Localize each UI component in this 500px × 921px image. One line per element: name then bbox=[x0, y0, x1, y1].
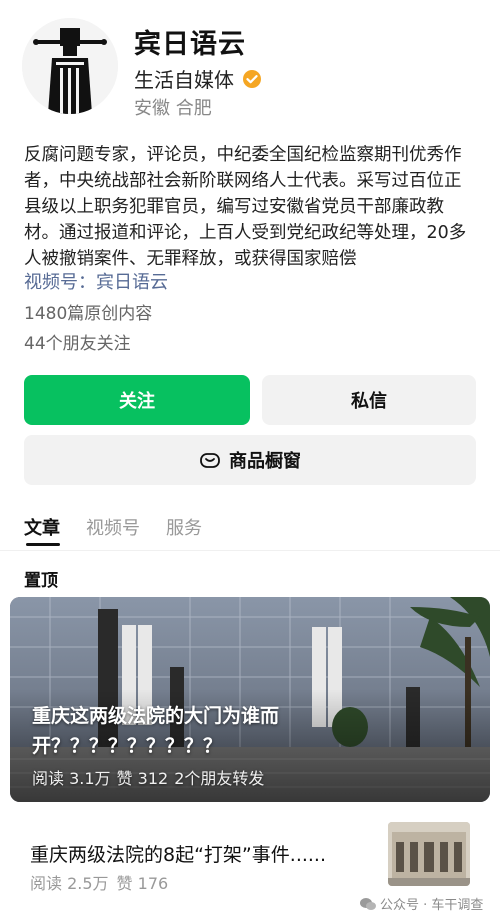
verified-badge-icon[interactable] bbox=[242, 69, 262, 89]
article-title: 重庆两级法院的8起“打架”事件...... bbox=[30, 844, 327, 866]
message-button[interactable]: 私信 bbox=[262, 375, 476, 425]
tab-articles[interactable]: 文章 bbox=[24, 514, 60, 544]
active-tab-indicator bbox=[26, 543, 60, 546]
profile-header: 宾日语云 生活自媒体 安徽 合肥 bbox=[22, 18, 482, 119]
tab-video-channel[interactable]: 视频号 bbox=[86, 514, 140, 544]
tabs-divider bbox=[0, 550, 500, 551]
content-tabs: 文章 视频号 服务 bbox=[24, 514, 228, 544]
follow-button[interactable]: 关注 bbox=[24, 375, 250, 425]
account-name: 宾日语云 bbox=[134, 29, 246, 60]
watermark: 公众号 · 车干调查 bbox=[360, 894, 483, 913]
pinned-share-count: 2个朋友转发 bbox=[174, 769, 265, 788]
shop-window-icon bbox=[200, 453, 220, 468]
friends-following-count[interactable]: 44个朋友关注 bbox=[24, 329, 131, 354]
article-read-count: 阅读 2.5万 bbox=[30, 874, 109, 893]
shop-window-label: 商品橱窗 bbox=[229, 451, 301, 472]
court-facade-thumbnail bbox=[388, 822, 470, 886]
shop-window-button[interactable]: 商品橱窗 bbox=[24, 435, 476, 485]
account-bio: 反腐问题专家，评论员，中纪委全国纪检监察期刊优秀作者，中央统战部社会新阶联网络人… bbox=[24, 145, 467, 269]
tab-services[interactable]: 服务 bbox=[166, 514, 202, 544]
article-thumbnail bbox=[388, 822, 470, 886]
official-figure-logo-icon bbox=[22, 18, 118, 114]
pinned-article-card[interactable]: 重庆这两级法院的大门为谁而开？？？？？？？？？ 阅读 3.1万 赞 312 2个… bbox=[10, 597, 490, 802]
pinned-like-count: 赞 312 bbox=[116, 769, 169, 788]
account-category: 生活自媒体 bbox=[134, 64, 262, 93]
video-channel-link[interactable]: 视频号：宾日语云 bbox=[24, 268, 168, 294]
pinned-label: 置顶 bbox=[24, 571, 58, 591]
pinned-read-count: 阅读 3.1万 bbox=[32, 769, 111, 788]
article-like-count: 赞 176 bbox=[116, 874, 169, 893]
pinned-article-title: 重庆这两级法院的大门为谁而开？？？？？？？？？ bbox=[32, 705, 280, 757]
watermark-text: 公众号 · 车干调查 bbox=[380, 898, 484, 913]
original-content-count[interactable]: 1480篇原创内容 bbox=[24, 299, 152, 324]
avatar[interactable] bbox=[22, 18, 118, 114]
category-label: 生活自媒体 bbox=[134, 68, 234, 92]
account-location: 安徽 合肥 bbox=[134, 98, 212, 119]
article-stats: 阅读 2.5万 赞 176 bbox=[30, 870, 168, 894]
wechat-icon bbox=[360, 897, 376, 910]
pinned-article-stats: 阅读 3.1万 赞 312 2个朋友转发 bbox=[32, 765, 264, 789]
